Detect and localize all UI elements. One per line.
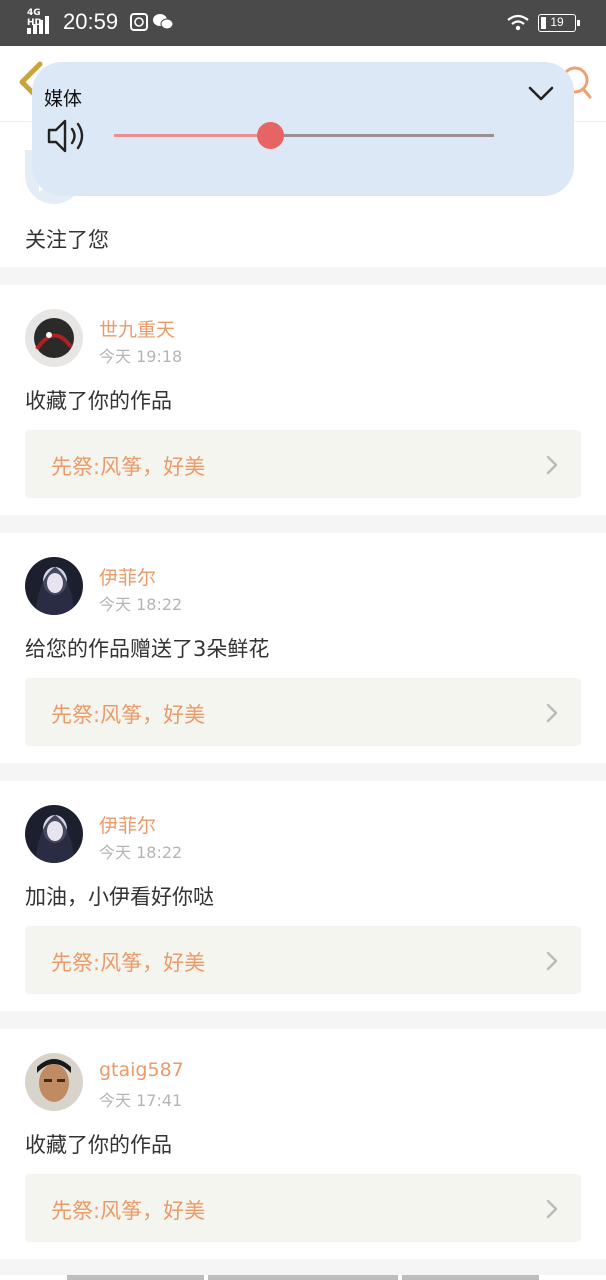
username[interactable]: gtaig587 — [99, 1059, 184, 1081]
chevron-down-icon[interactable] — [526, 82, 556, 106]
work-title: 先祭:风筝，好美 — [51, 455, 206, 479]
media-volume-panel: 媒体 — [32, 62, 574, 196]
timestamp: 今天 19:18 — [99, 347, 183, 366]
work-link[interactable]: 先祭:风筝，好美 — [25, 926, 581, 994]
action-text: 收藏了你的作品 — [25, 1133, 172, 1157]
timestamp: 今天 18:22 — [99, 595, 183, 614]
bottom-tab-indicator — [402, 1275, 539, 1280]
chevron-right-icon — [545, 1198, 559, 1220]
list-item: gtaig587 今天 17:41 收藏了你的作品 先祭:风筝，好美 — [0, 1029, 606, 1259]
timestamp: 今天 17:41 — [99, 1091, 183, 1110]
speaker-icon[interactable] — [46, 116, 90, 156]
volume-slider-fill — [114, 134, 270, 137]
list-item: 伊菲尔 今天 18:22 给您的作品赠送了3朵鲜花 先祭:风筝，好美 — [0, 533, 606, 763]
volume-slider[interactable] — [114, 122, 494, 149]
chevron-right-icon — [545, 702, 559, 724]
avatar[interactable] — [25, 557, 83, 615]
wechat-icon — [152, 13, 174, 31]
chevron-right-icon — [545, 950, 559, 972]
list-item: 世九重天 今天 19:18 收藏了你的作品 先祭:风筝，好美 — [0, 285, 606, 515]
avatar[interactable] — [25, 805, 83, 863]
list-item: 伊菲尔 今天 18:22 加油，小伊看好你哒 先祭:风筝，好美 — [0, 781, 606, 1011]
wifi-icon — [506, 14, 530, 32]
avatar[interactable] — [25, 1053, 83, 1111]
work-title: 先祭:风筝，好美 — [51, 703, 206, 727]
battery-level: 19 — [550, 15, 564, 29]
status-bar: 4G HD 20:59 19 — [0, 0, 606, 46]
divider — [0, 267, 606, 285]
divider — [0, 1011, 606, 1029]
work-link[interactable]: 先祭:风筝，好美 — [25, 430, 581, 498]
username[interactable]: 世九重天 — [99, 315, 175, 342]
work-link[interactable]: 先祭:风筝，好美 — [25, 678, 581, 746]
action-text: 给您的作品赠送了3朵鲜花 — [25, 637, 270, 661]
app-notification-icon — [130, 13, 148, 31]
username[interactable]: 伊菲尔 — [99, 811, 156, 838]
divider — [0, 1259, 606, 1275]
chevron-right-icon — [545, 454, 559, 476]
avatar[interactable] — [25, 309, 83, 367]
battery-icon: 19 — [538, 14, 580, 32]
work-title: 先祭:风筝，好美 — [51, 1199, 206, 1223]
action-text: 收藏了你的作品 — [25, 389, 172, 413]
media-panel-title: 媒体 — [44, 88, 83, 110]
clock: 20:59 — [63, 9, 119, 34]
work-title: 先祭:风筝，好美 — [51, 951, 206, 975]
work-link[interactable]: 先祭:风筝，好美 — [25, 1174, 581, 1242]
divider — [0, 763, 606, 781]
bottom-tab-indicator — [208, 1275, 398, 1280]
username[interactable]: 伊菲尔 — [99, 563, 156, 590]
bottom-tab-indicator — [67, 1275, 204, 1280]
action-text: 加油，小伊看好你哒 — [25, 885, 214, 909]
signal-icon: 4G HD — [27, 8, 55, 34]
timestamp: 今天 18:22 — [99, 843, 183, 862]
divider — [0, 515, 606, 533]
action-text: 关注了您 — [25, 228, 109, 252]
volume-slider-thumb[interactable] — [256, 122, 284, 149]
